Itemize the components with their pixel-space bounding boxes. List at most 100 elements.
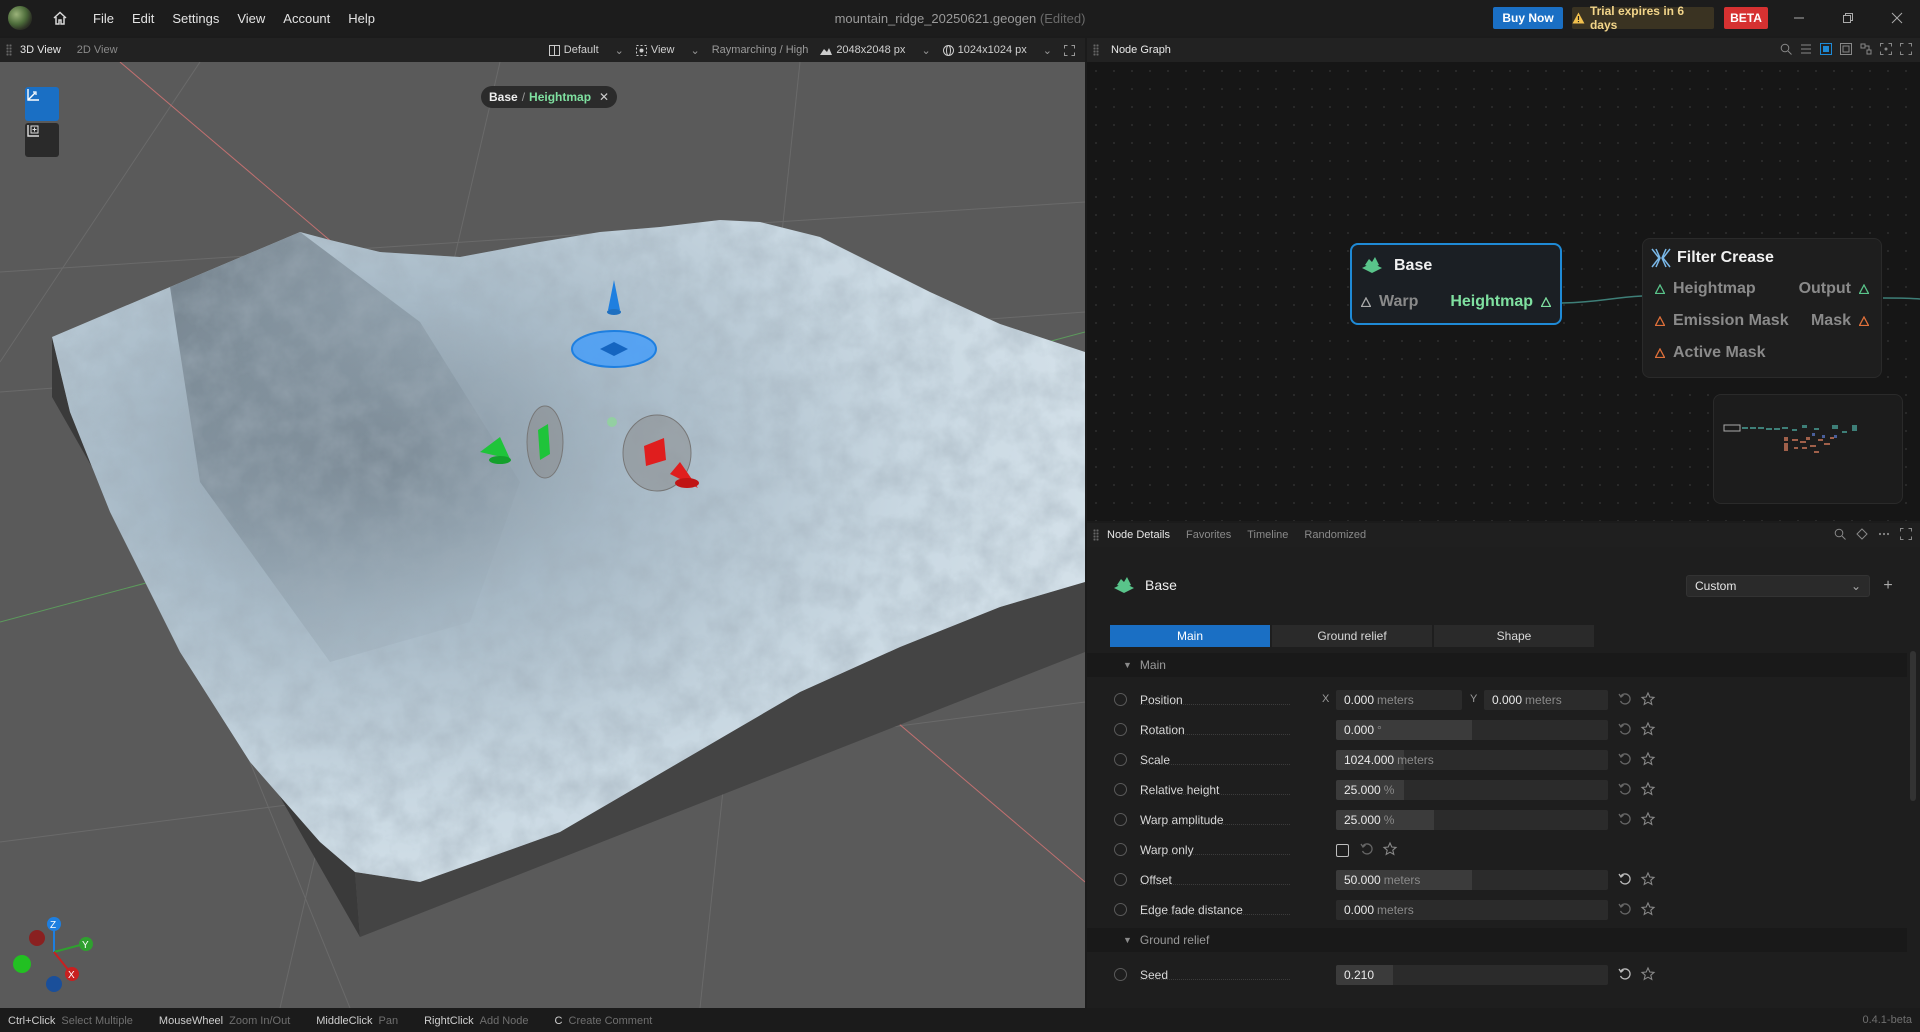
breadcrumb-parent[interactable]: Base [489, 90, 518, 104]
viewport-3d[interactable]: Z Y X Base / Heightmap ✕ [0, 62, 1085, 1008]
tab-favorites[interactable]: Favorites [1178, 529, 1239, 541]
segment-main[interactable]: Main [1110, 625, 1270, 647]
param-radio[interactable] [1114, 723, 1127, 736]
fullscreen-icon[interactable] [1900, 43, 1912, 55]
rotation-slider[interactable]: 0.000 ° [1336, 720, 1608, 740]
maximize-icon[interactable] [1838, 8, 1858, 28]
port-active-mask[interactable]: Active Mask [1655, 344, 1766, 362]
star-icon[interactable] [1640, 811, 1656, 827]
grid-icon[interactable] [1840, 43, 1852, 55]
node-filter-crease[interactable]: Filter Crease Heightmap Emission Mask Ac… [1642, 238, 1882, 378]
render-mode[interactable]: Raymarching / High [712, 44, 809, 56]
node-base[interactable]: Base Warp Heightmap [1350, 243, 1562, 325]
star-icon[interactable] [1640, 751, 1656, 767]
tab-randomized[interactable]: Randomized [1296, 529, 1374, 541]
port-output[interactable]: Output [1799, 280, 1869, 298]
param-radio[interactable] [1114, 693, 1127, 706]
segment-shape[interactable]: Shape [1434, 625, 1594, 647]
node-graph-minimap[interactable] [1713, 394, 1903, 504]
port-warp[interactable]: Warp [1361, 293, 1418, 311]
param-radio[interactable] [1114, 903, 1127, 916]
param-radio[interactable] [1114, 843, 1127, 856]
axis-tool-button[interactable] [25, 87, 59, 121]
menu-settings[interactable]: Settings [163, 11, 228, 26]
star-icon[interactable] [1640, 901, 1656, 917]
panel-grip-icon[interactable] [1093, 44, 1099, 56]
menu-file[interactable]: File [84, 11, 123, 26]
reset-icon[interactable] [1617, 691, 1633, 707]
layout-icon[interactable] [1860, 43, 1872, 55]
reset-icon[interactable] [1617, 751, 1633, 767]
details-scrollbar[interactable] [1910, 651, 1916, 801]
reset-icon[interactable] [1617, 966, 1633, 982]
tab-node-details[interactable]: Node Details [1099, 529, 1178, 541]
search-icon[interactable] [1780, 43, 1792, 55]
param-radio[interactable] [1114, 753, 1127, 766]
star-icon[interactable] [1640, 691, 1656, 707]
param-radio[interactable] [1114, 783, 1127, 796]
section-ground-relief[interactable]: ▼ Ground relief [1087, 928, 1907, 952]
edge-fade-slider[interactable]: 0.000 meters [1336, 900, 1608, 920]
tab-timeline[interactable]: Timeline [1239, 529, 1296, 541]
warp-only-checkbox[interactable] [1336, 844, 1349, 857]
search-icon[interactable] [1834, 528, 1846, 540]
add-preset-icon[interactable]: + [1880, 575, 1896, 597]
node-graph-canvas[interactable]: Base Warp Heightmap Filter Crease Height… [1087, 62, 1920, 521]
preview-icon[interactable] [1820, 43, 1832, 55]
segment-ground-relief[interactable]: Ground relief [1272, 625, 1432, 647]
port-heightmap-in[interactable]: Heightmap [1655, 280, 1756, 298]
buy-now-button[interactable]: Buy Now [1493, 7, 1563, 29]
tab-3d-view[interactable]: 3D View [12, 44, 69, 56]
home-icon[interactable] [50, 8, 70, 28]
resolution-dropdown[interactable]: 2048x2048 px ⌄ [820, 44, 931, 57]
offset-slider[interactable]: 50.000 meters [1336, 870, 1608, 890]
close-icon[interactable] [1887, 8, 1907, 28]
reset-icon[interactable] [1359, 841, 1375, 857]
reset-icon[interactable] [1617, 871, 1633, 887]
menu-account[interactable]: Account [274, 11, 339, 26]
param-radio[interactable] [1114, 873, 1127, 886]
preview-res-dropdown[interactable]: 1024x1024 px ⌄ [942, 44, 1052, 57]
star-icon[interactable] [1382, 841, 1398, 857]
section-main[interactable]: ▼ Main [1087, 653, 1907, 677]
star-icon[interactable] [1640, 721, 1656, 737]
star-icon[interactable] [1640, 781, 1656, 797]
scale-slider[interactable]: 1024.000 meters [1336, 750, 1608, 770]
position-y-input[interactable]: 0.000 meters [1484, 690, 1608, 710]
param-radio[interactable] [1114, 968, 1127, 981]
star-icon[interactable] [1640, 871, 1656, 887]
menu-help[interactable]: Help [339, 11, 384, 26]
tab-2d-view[interactable]: 2D View [69, 44, 126, 56]
fullscreen-icon[interactable] [1900, 528, 1912, 540]
trial-badge[interactable]: Trial expires in 6 days [1572, 4, 1714, 32]
layout-dropdown[interactable]: Default ⌄ [548, 44, 624, 57]
close-icon[interactable]: ✕ [599, 90, 609, 104]
frame-tool-button[interactable] [25, 123, 59, 157]
reset-icon[interactable] [1617, 721, 1633, 737]
fit-view-icon[interactable] [1880, 43, 1892, 55]
param-radio[interactable] [1114, 813, 1127, 826]
port-mask[interactable]: Mask [1811, 312, 1869, 330]
port-emission-mask[interactable]: Emission Mask [1655, 312, 1789, 330]
view-dropdown[interactable]: View ⌄ [635, 44, 700, 57]
warp-amplitude-slider[interactable]: 25.000 % [1336, 810, 1608, 830]
menu-edit[interactable]: Edit [123, 11, 163, 26]
position-x-input[interactable]: 0.000 meters [1336, 690, 1462, 710]
reset-icon[interactable] [1617, 901, 1633, 917]
reset-icon[interactable] [1617, 781, 1633, 797]
breadcrumb-leaf[interactable]: Heightmap [529, 90, 591, 104]
menu-view[interactable]: View [228, 11, 274, 26]
reset-icon[interactable] [1617, 811, 1633, 827]
orientation-axes-icon[interactable]: Z Y X [13, 917, 93, 992]
seed-slider[interactable]: 0.210 [1336, 965, 1608, 985]
list-icon[interactable] [1800, 43, 1812, 55]
fullscreen-icon[interactable] [1064, 44, 1075, 56]
minimize-icon[interactable] [1789, 8, 1809, 28]
diamond-icon[interactable] [1856, 528, 1868, 540]
port-triangle-icon [1859, 284, 1869, 294]
more-icon[interactable] [1878, 528, 1890, 540]
relative-height-slider[interactable]: 25.000 % [1336, 780, 1608, 800]
port-heightmap-out[interactable]: Heightmap [1450, 293, 1551, 311]
star-icon[interactable] [1640, 966, 1656, 982]
preset-dropdown[interactable]: Custom ⌄ [1686, 575, 1870, 597]
